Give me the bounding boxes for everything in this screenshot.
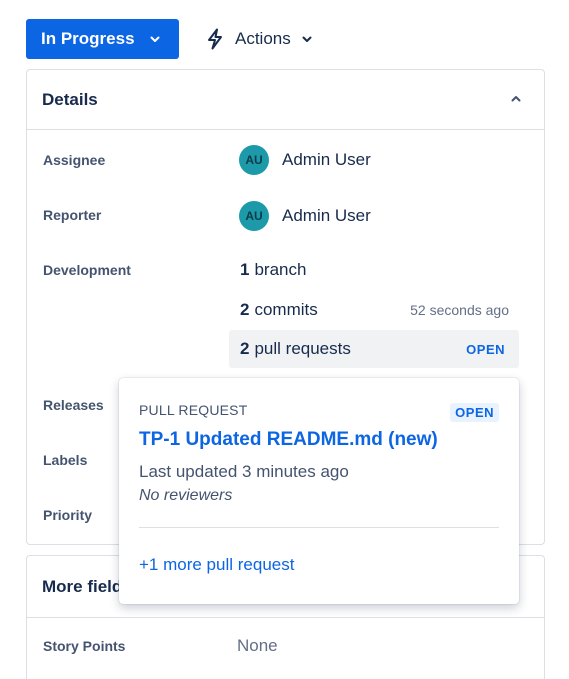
details-title: Details — [42, 89, 98, 109]
branch-link[interactable]: 1 branch — [229, 251, 519, 289]
story-points-label: Story Points — [43, 638, 126, 654]
development-label: Development — [43, 262, 131, 278]
status-dropdown-button[interactable]: In Progress — [26, 19, 179, 59]
details-header[interactable]: Details — [27, 70, 544, 130]
commits-link[interactable]: 2 commits 52 seconds ago — [229, 291, 519, 329]
divider — [139, 527, 499, 528]
commits-timestamp: 52 seconds ago — [410, 302, 509, 318]
labels-label: Labels — [43, 452, 88, 468]
pull-requests-text: pull requests — [254, 339, 351, 358]
pull-request-title-link[interactable]: TP-1 Updated README.md (new) — [139, 429, 438, 451]
reporter-field[interactable]: AU Admin User — [239, 201, 371, 231]
chevron-up-icon[interactable] — [510, 93, 522, 105]
more-pull-requests-link[interactable]: +1 more pull request — [139, 555, 294, 575]
lightning-bolt-icon — [205, 28, 225, 50]
commits-text: commits — [254, 300, 318, 319]
actions-button[interactable]: Actions — [205, 19, 313, 59]
chevron-down-icon — [149, 33, 161, 45]
assignee-label: Assignee — [43, 152, 106, 168]
avatar: AU — [239, 145, 269, 175]
assignee-field[interactable]: AU Admin User — [239, 145, 371, 175]
actions-label: Actions — [235, 29, 291, 48]
pull-requests-count: 2 — [240, 339, 250, 358]
commits-count: 2 — [240, 300, 250, 319]
status-badge: OPEN — [466, 341, 505, 357]
reporter-label: Reporter — [43, 207, 102, 223]
branch-text: branch — [254, 260, 307, 279]
story-points-value[interactable]: None — [237, 636, 278, 656]
reporter-name: Admin User — [282, 206, 371, 225]
last-updated-text: Last updated 3 minutes ago — [139, 462, 349, 481]
branch-count: 1 — [240, 260, 250, 279]
pull-request-popup: PULL REQUEST OPEN TP-1 Updated README.md… — [119, 378, 519, 604]
reviewers-text: No reviewers — [139, 487, 233, 504]
status-badge: OPEN — [450, 403, 499, 422]
avatar: AU — [239, 201, 269, 231]
pull-requests-link[interactable]: 2 pull requests OPEN — [229, 330, 519, 368]
chevron-down-icon — [301, 33, 313, 45]
priority-label: Priority — [43, 507, 93, 523]
popup-kicker: PULL REQUEST — [139, 402, 248, 418]
assignee-name: Admin User — [282, 150, 371, 169]
releases-label: Releases — [43, 397, 104, 413]
status-label: In Progress — [41, 29, 135, 48]
